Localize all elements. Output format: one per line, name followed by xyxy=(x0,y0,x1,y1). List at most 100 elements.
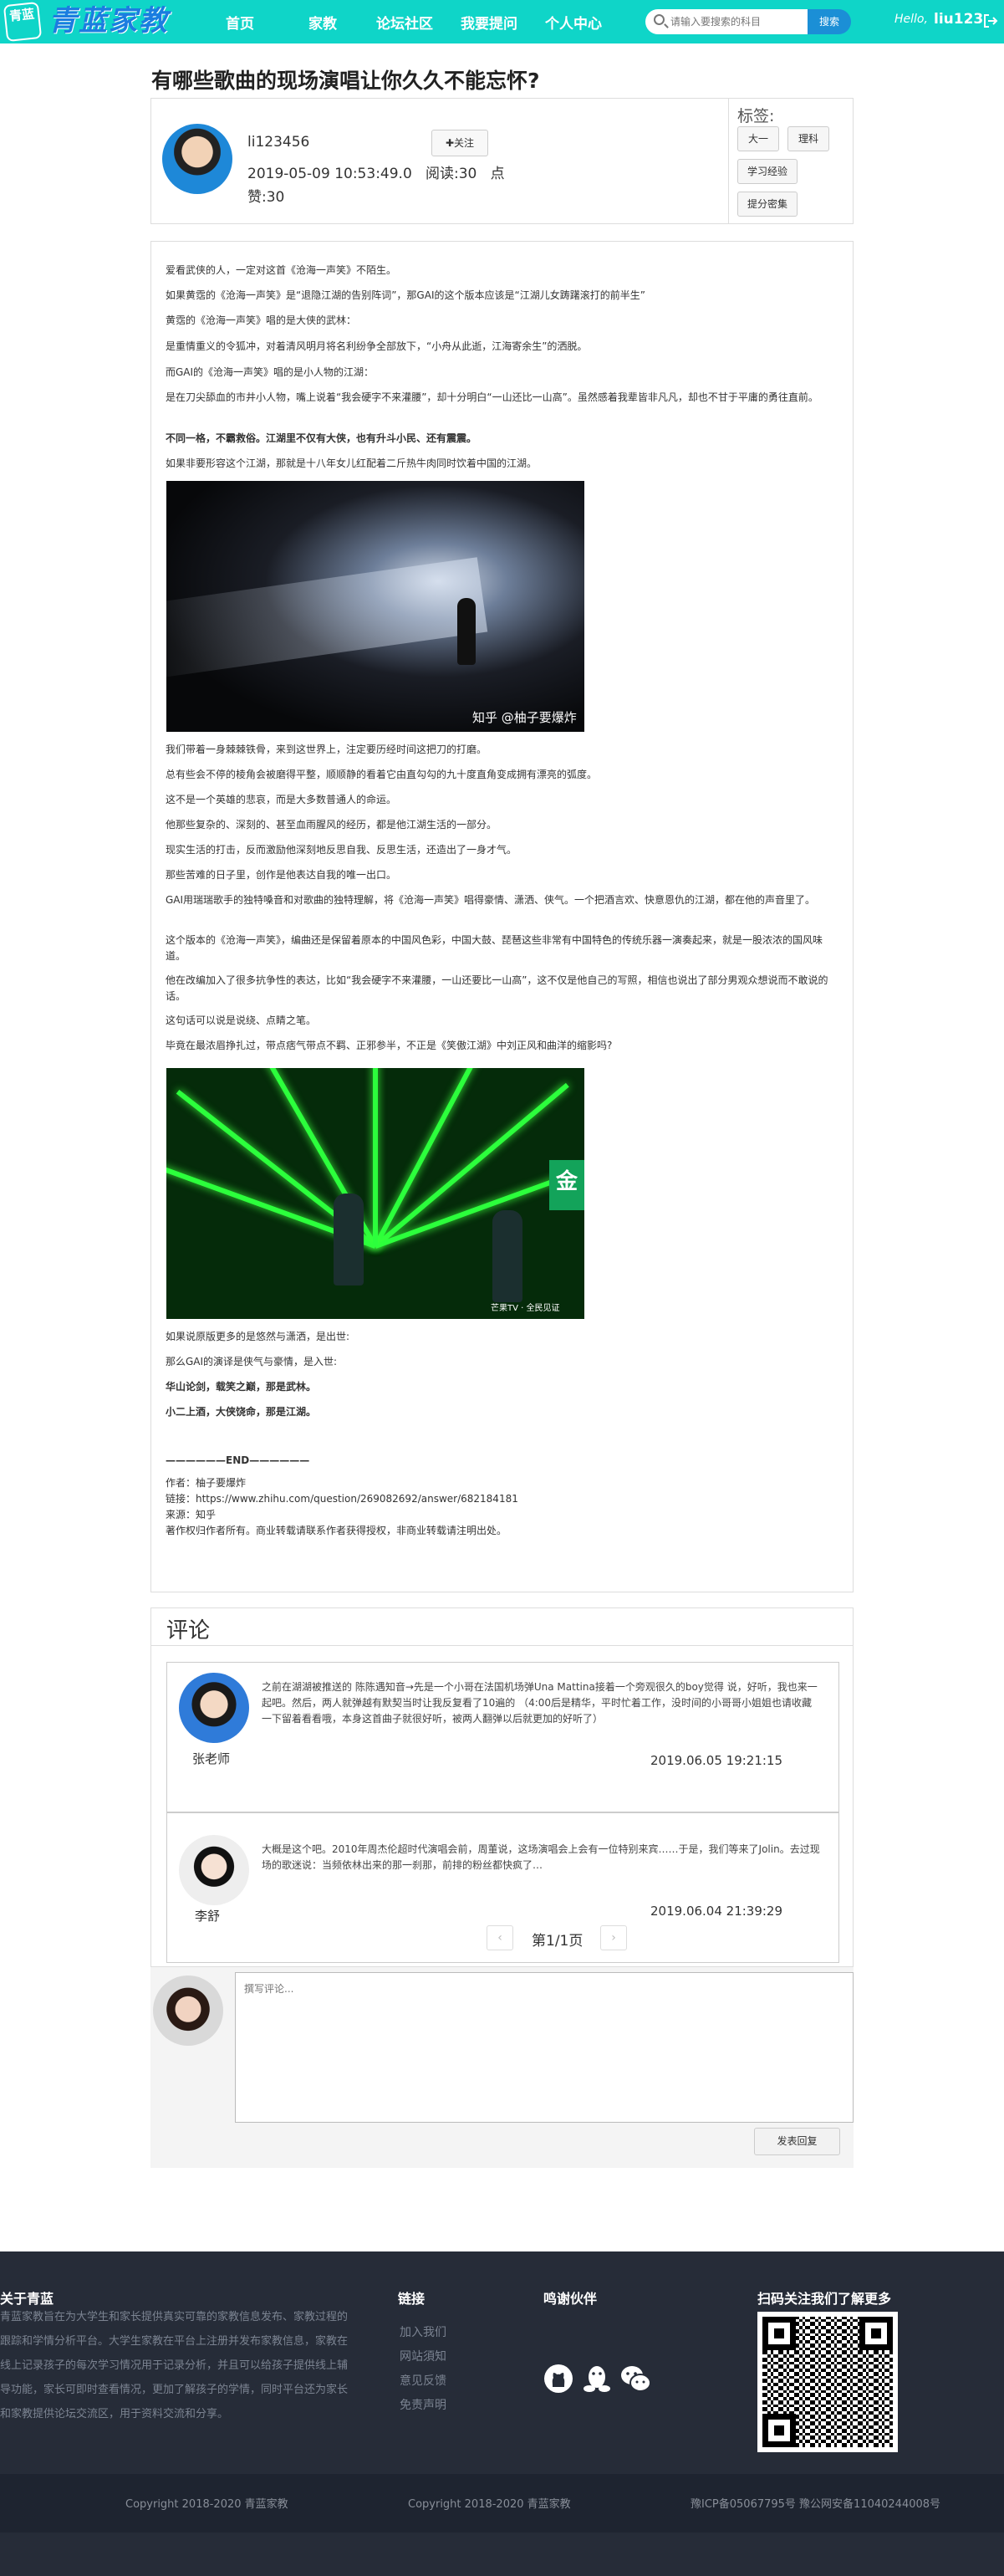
footer-link[interactable]: 网站須知 xyxy=(400,2348,446,2364)
performer-silhouette xyxy=(334,1193,364,1285)
search-button[interactable]: 搜索 xyxy=(808,9,851,34)
paragraph: 我们带着一身棘棘铁骨，来到这世界上，注定要历经时间这把刀的打磨。 xyxy=(166,744,487,755)
paragraph: 那些苦难的日子里，创作是他表达自我的唯一出口。 xyxy=(166,869,397,881)
icp-record[interactable]: 豫ICP备05067795号 豫公网安备11040244008号 xyxy=(691,2495,940,2511)
paragraph: GAI用瑞瑞歌手的独特嗓音和对歌曲的独特理解，将《沧海一声笑》唱得豪情、潇洒、侠… xyxy=(166,894,816,906)
footer-about-text: 青蓝家教旨在为大学生和家长提供真实可靠的家教信息发布、家教过程的跟踪和学情分析平… xyxy=(0,2311,349,2420)
nav-ask[interactable]: 我要提问 xyxy=(461,12,517,33)
publish-date: 2019-05-09 10:53:49.0 xyxy=(247,166,412,182)
stage-light xyxy=(166,557,488,681)
read-count: 阅读:30 xyxy=(426,166,477,182)
nav-home[interactable]: 首页 xyxy=(226,12,254,33)
paragraph: 这不是一个英雄的悲哀，而是大多数普通人的命运。 xyxy=(166,794,397,805)
copyright-text: Copyright 2018-2020 青蓝家教 xyxy=(125,2498,288,2511)
tag-item[interactable]: 提分密集 xyxy=(737,192,798,217)
search-icon xyxy=(654,14,665,25)
reply-section: 发表回复 xyxy=(150,1967,854,2168)
my-avatar xyxy=(153,1975,223,2046)
logo-text[interactable]: 青蓝家教 xyxy=(48,2,169,40)
image-caption: 知乎 @柚子要爆炸 xyxy=(472,710,577,725)
avatar[interactable] xyxy=(179,1673,249,1743)
comment-date: 2019.06.04 21:39:29 xyxy=(650,1904,783,1919)
comment-author: 张老师 xyxy=(192,1751,231,1766)
footer-link[interactable]: 意见反馈 xyxy=(400,2372,446,2389)
page-info: 第1/1页 xyxy=(532,1933,584,1950)
qr-pattern xyxy=(762,2317,893,2447)
laser-beam xyxy=(373,1068,378,1246)
next-page-button[interactable]: › xyxy=(600,1925,627,1950)
performer-silhouette xyxy=(492,1210,522,1302)
tags-title: 标签: xyxy=(737,107,775,125)
paragraph: 如果黄霑的《沧海一声笑》是“退隐江湖的告别阵词”，那GAI的这个版本应该是“江湖… xyxy=(166,289,645,301)
greeting: Hello, xyxy=(894,13,928,26)
footer-qr-title: 扫码关注我们了解更多 xyxy=(757,2291,892,2307)
author-card: li123456 ✚关注 2019-05-09 10:53:49.0 阅读:30… xyxy=(150,98,854,224)
tags-panel: 标签: 大一 理科 学习经验 提分密集 xyxy=(728,99,854,223)
stage-sign: 金 xyxy=(549,1160,584,1210)
follow-button[interactable]: ✚关注 xyxy=(431,130,488,156)
plus-icon: ✚ xyxy=(445,137,455,149)
logo-badge[interactable]: 青蓝 xyxy=(3,1,43,43)
top-nav: 青蓝 青蓝家教 首页 家教 论坛社区 我要提问 个人中心 搜索 Hello, l… xyxy=(0,0,1004,43)
tag-item[interactable]: 大一 xyxy=(737,126,779,151)
author-name[interactable]: li123456 xyxy=(247,134,309,151)
paragraph: 是在刀尖舔血的市井小人物，嘴上说着“我会硬字不来灌腰”，却十分明白“一山还比一山… xyxy=(166,391,818,403)
source-origin: 来源：知乎 xyxy=(166,1509,217,1521)
comment-item: 张老师 之前在湖湖被推送的 陈陈遇知音→先是一个小哥在法国机场弹Una Matt… xyxy=(166,1662,839,1812)
article-title: 有哪些歌曲的现场演唱让你久久不能忘怀? xyxy=(151,69,540,93)
search-bar xyxy=(645,9,809,34)
paragraph: 不同一格，不霸救俗。江湖里不仅有大侠，也有升斗小民、还有震震。 xyxy=(166,432,477,444)
copyright-text: Copyright 2018-2020 青蓝家教 xyxy=(408,2498,571,2511)
comments-title: 评论 xyxy=(166,1618,211,1643)
divider xyxy=(151,1645,853,1646)
singer-silhouette xyxy=(457,598,476,665)
paragraph: 那么GAI的演译是侠气与豪情，是入世: xyxy=(166,1356,338,1367)
article-image-concert: 知乎 @柚子要爆炸 xyxy=(166,481,584,732)
copyright-note: 著作权归作者所有。商业转载请联系作者获得授权，非商业转载请注明出处。 xyxy=(166,1525,507,1536)
nav-tutor[interactable]: 家教 xyxy=(308,12,337,33)
paragraph: 爱看武侠的人，一定对这首《沧海一声笑》不陌生。 xyxy=(166,264,397,276)
paragraph: 如果非要形容这个江湖，那就是十八年女儿红配着二斤热牛肉同时饮着中国的江湖。 xyxy=(166,457,538,469)
paragraph: 是重情重义的令狐冲，对着清风明月将名利纷争全部放下，“小舟从此逝，江海寄余生”的… xyxy=(166,340,588,352)
laser-beam xyxy=(374,1082,569,1249)
wechat-icon[interactable] xyxy=(619,2362,652,2395)
username[interactable]: liu123 xyxy=(934,11,983,28)
submit-reply-button[interactable]: 发表回复 xyxy=(754,2128,840,2155)
footer-links-title: 链接 xyxy=(398,2291,426,2307)
logout-icon[interactable] xyxy=(983,13,998,28)
follow-label: 关注 xyxy=(454,137,475,149)
author-avatar[interactable] xyxy=(162,124,232,194)
avatar[interactable] xyxy=(179,1835,249,1905)
paragraph: 如果说原版更多的是悠然与潇洒，是出世: xyxy=(166,1331,350,1342)
comment-date: 2019.06.05 19:21:15 xyxy=(650,1753,783,1768)
qq-icon[interactable] xyxy=(580,2362,614,2395)
comment-textarea[interactable] xyxy=(235,1972,854,2123)
qr-code xyxy=(757,2312,898,2452)
paragraph: 这个版本的《沧海一声笑》，编曲还是保留着原本的中国风色彩，中国大鼓、琵琶这些非常… xyxy=(166,934,823,962)
paragraph: 他那些复杂的、深刻的、甚至血雨腥风的经历，都是他江湖生活的一部分。 xyxy=(166,819,497,831)
footer-link[interactable]: 加入我们 xyxy=(400,2323,446,2340)
nav-forum[interactable]: 论坛社区 xyxy=(376,12,433,33)
comment-author: 李舒 xyxy=(195,1909,221,1924)
paragraph: 这句话可以说是说绕、点睛之笔。 xyxy=(166,1015,317,1026)
source-author: 作者：柚子要爆炸 xyxy=(166,1477,247,1489)
paragraph: 他在改编加入了很多抗争性的表达，比如“我会硬字不来灌腰，一山还要比一山高”，这不… xyxy=(166,974,828,1002)
paragraph: 华山论剑，载笑之巅，那是武林。 xyxy=(166,1381,317,1393)
like-label: 点 xyxy=(490,166,505,182)
qr-finder xyxy=(762,2317,796,2350)
qr-finder xyxy=(859,2317,893,2350)
footer-link[interactable]: 免责声明 xyxy=(400,2396,446,2413)
source-link[interactable]: 链接：https://www.zhihu.com/question/269082… xyxy=(166,1491,841,1507)
copyright-bar: Copyright 2018-2020 青蓝家教 Copyright 2018-… xyxy=(0,2474,1004,2533)
nav-profile[interactable]: 个人中心 xyxy=(545,12,602,33)
paragraph: 黄霑的《沧海一声笑》唱的是大侠的武林： xyxy=(166,314,357,326)
tag-item[interactable]: 学习经验 xyxy=(737,159,798,184)
tag-item[interactable]: 理科 xyxy=(787,126,829,151)
search-input[interactable] xyxy=(670,13,804,30)
github-icon[interactable] xyxy=(542,2362,575,2395)
prev-page-button[interactable]: ‹ xyxy=(487,1925,513,1950)
comment-text: 之前在湖湖被推送的 陈陈遇知音→先是一个小哥在法国机场弹Una Mattina接… xyxy=(262,1681,818,1725)
paragraph: 小二上酒，大侠饶命，那是江湖。 xyxy=(166,1406,317,1418)
article-meta: 2019-05-09 10:53:49.0 阅读:30 点 赞:30 xyxy=(247,162,515,209)
end-marker: ——————END—————— xyxy=(166,1454,310,1466)
